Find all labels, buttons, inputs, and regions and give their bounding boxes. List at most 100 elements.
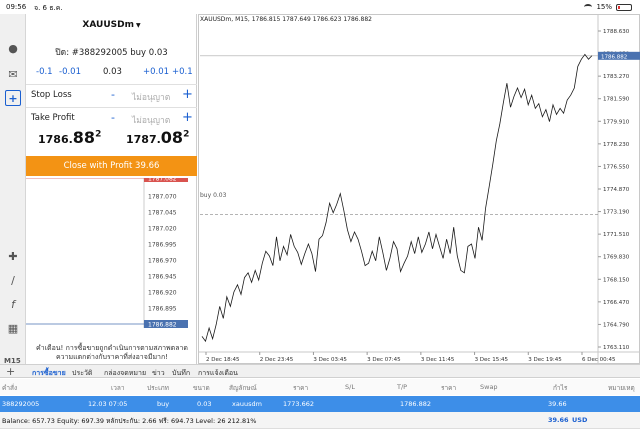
column-header[interactable]: คำสั่ง (2, 383, 17, 393)
take-profit-minus-button[interactable]: - (111, 111, 115, 124)
tab-journal[interactable]: บันทึก (172, 368, 190, 379)
bid-price: 1786.882 (38, 128, 101, 147)
take-profit-plus-button[interactable]: + (182, 110, 193, 125)
add-icon[interactable]: + (6, 365, 15, 378)
order-symbol: xauusdm (232, 400, 262, 408)
y-tick-label: 1779.910 (603, 119, 630, 125)
y-tick-label: 1773.190 (603, 210, 630, 216)
volume-value[interactable]: 0.03 (103, 67, 122, 77)
take-profit-field[interactable]: ไม่อนุญาต (132, 113, 170, 127)
y-tick-label: 1769.830 (603, 255, 630, 261)
y-tick-label: 1771.510 (603, 232, 630, 238)
profit-currency: USD (572, 416, 588, 424)
tick-price-label: 1786.945 (148, 274, 177, 281)
table-header: คำสั่ง เวลา ประเภท ขนาด สัญลักษณ์ ราคา S… (0, 379, 640, 395)
stop-loss-minus-button[interactable]: - (111, 88, 115, 101)
close-with-profit-button[interactable]: Close with Profit 39.66 (26, 156, 197, 176)
new-order-icon[interactable]: + (5, 90, 21, 106)
column-header[interactable]: ขนาด (193, 383, 210, 393)
divider (26, 107, 197, 108)
column-header[interactable]: ราคา (293, 383, 308, 393)
price-chart-svg: 1788.6301784.9501783.2701781.5901779.910… (198, 14, 640, 364)
column-header[interactable]: ประเภท (147, 383, 169, 393)
current-price-label: 1786.882 (601, 54, 627, 60)
column-header[interactable]: กำไร (553, 383, 567, 393)
tab-history[interactable]: ประวัติ (72, 368, 92, 379)
crosshair-icon[interactable]: ✚ (5, 248, 21, 264)
bid-price-main: 1786. (38, 133, 73, 146)
tab-news[interactable]: ข่าว (152, 368, 165, 379)
volume-plus-small-button[interactable]: +0.01 (143, 67, 169, 77)
take-profit-label: Take Profit (31, 113, 75, 123)
column-header[interactable]: T/P (397, 383, 407, 391)
tab-mailbox[interactable]: กล่องจดหมาย (104, 368, 146, 379)
tick-price-label: 1787.020 (148, 226, 177, 233)
tick-price-label: 1787.082 (148, 178, 177, 183)
order-current-price: 1786.882 (400, 400, 432, 408)
volume-plus-big-button[interactable]: +0.1 (172, 67, 193, 77)
column-header[interactable]: S/L (345, 383, 355, 391)
account-summary-text: Balance: 657.73 Equity: 697.39 หลักประกั… (2, 417, 257, 425)
y-tick-label: 1764.790 (603, 322, 630, 328)
take-profit-row: Take Profit - ไม่อนุญาต + (26, 109, 197, 129)
ask-price-big: 08 (160, 128, 184, 147)
total-profit: 39.66 (548, 416, 569, 424)
ask-price-sup: 2 (183, 129, 190, 140)
status-time: 09:56 (6, 3, 27, 11)
position-info: ปิด: #388292005 buy 0.03 (55, 48, 168, 58)
stop-loss-plus-button[interactable]: + (182, 87, 193, 102)
indicator-icon[interactable]: f (5, 296, 21, 312)
status-bar: 09:56 จ. 6 ธ.ค. 15% (0, 0, 640, 14)
x-tick-label: 3 Dec 11:45 (421, 357, 455, 363)
x-tick-label: 6 Dec 00:45 (582, 357, 616, 363)
tick-price-label: 1787.070 (148, 194, 177, 201)
price-chart[interactable]: 1788.6301784.9501783.2701781.5901779.910… (198, 14, 640, 364)
order-volume: 0.03 (197, 400, 212, 408)
tick-price-label: 1787.045 (148, 210, 177, 217)
volume-minus-big-button[interactable]: -0.1 (36, 67, 53, 77)
column-header[interactable]: สัญลักษณ์ (229, 383, 257, 393)
column-header[interactable]: Swap (480, 383, 498, 391)
status-indicators: 15% (584, 3, 632, 11)
account-icon[interactable]: ● (5, 40, 21, 56)
tick-price-label: 1786.920 (148, 290, 177, 297)
objects-icon[interactable]: ▦ (5, 320, 21, 336)
symbol-selector[interactable]: XAUUSDm ▼ (26, 20, 197, 30)
order-open-price: 1773.662 (283, 400, 315, 408)
order-panel: XAUUSDm ▼ ปิด: #388292005 buy 0.03 -0.1 -… (26, 14, 197, 364)
terminal-tabs: + การซื้อขาย ประวัติ กล่องจดหมาย ข่าว บั… (0, 364, 640, 382)
y-tick-label: 1783.270 (603, 74, 630, 80)
bid-price-sup: 2 (95, 129, 102, 140)
column-header[interactable]: ราคา (441, 383, 456, 393)
order-profit: 39.66 (548, 400, 567, 408)
price-display: 1786.882 1787.082 (26, 128, 197, 154)
symbol-name: XAUUSDm (82, 20, 134, 30)
chat-icon[interactable]: ✉ (5, 66, 21, 82)
y-tick-label: 1778.230 (603, 142, 630, 148)
tab-alerts[interactable]: การแจ้งเตือน (198, 368, 238, 379)
x-tick-label: 3 Dec 03:45 (313, 357, 347, 363)
y-tick-label: 1763.110 (603, 345, 630, 351)
tick-price-label: 1786.895 (148, 306, 177, 313)
x-tick-label: 3 Dec 07:45 (367, 357, 401, 363)
battery-percent: 15% (596, 3, 612, 11)
stop-loss-field[interactable]: ไม่อนุญาต (132, 90, 170, 104)
table-row[interactable]: 388292005 12.03 07:05 buy 0.03 xauusdm 1… (0, 396, 640, 412)
x-tick-label: 2 Dec 23:45 (260, 357, 294, 363)
y-tick-label: 1774.870 (603, 187, 630, 193)
volume-minus-small-button[interactable]: -0.01 (59, 67, 81, 77)
wifi-icon (584, 4, 593, 10)
stop-loss-label: Stop Loss (31, 90, 72, 100)
bid-price-big: 88 (72, 128, 96, 147)
y-tick-label: 1788.630 (603, 29, 630, 35)
column-header[interactable]: หมายเหตุ (608, 383, 635, 393)
tick-price-label: 1786.970 (148, 258, 177, 265)
tick-chart: 1787.082 1787.070 1787.045 1787.020 1786.995… (26, 178, 188, 328)
account-summary: Balance: 657.73 Equity: 697.39 หลักประกั… (0, 412, 640, 429)
chart-frame (198, 14, 640, 364)
stop-loss-row: Stop Loss - ไม่อนุญาต + (26, 86, 197, 106)
column-header[interactable]: เวลา (111, 383, 125, 393)
battery-icon (616, 3, 632, 11)
line-tool-icon[interactable]: ∕ (5, 272, 21, 288)
chart-title: XAUUSDm, M15, 1786.815 1787.649 1786.623… (200, 16, 372, 23)
